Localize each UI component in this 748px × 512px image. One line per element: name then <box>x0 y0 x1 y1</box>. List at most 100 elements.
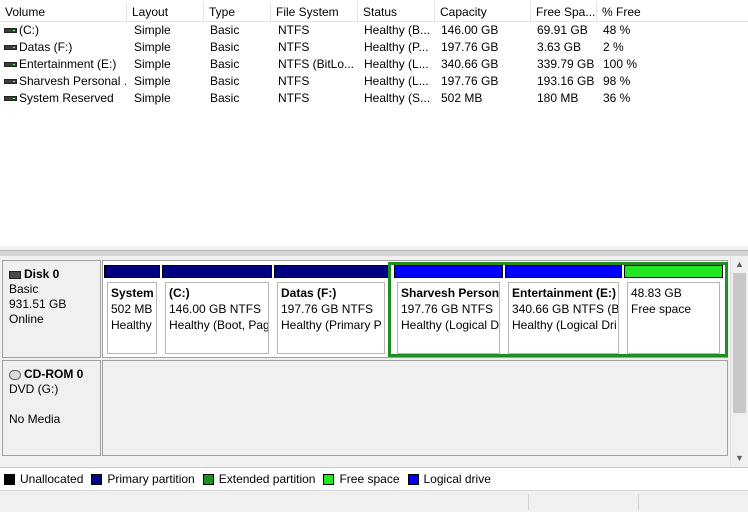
cell-volume: Sharvesh Personal ... <box>19 74 126 88</box>
status-separator <box>528 494 529 510</box>
hard-disk-icon <box>9 270 21 279</box>
table-row[interactable]: Entertainment (E:) Simple Basic NTFS (Bi… <box>0 56 748 73</box>
cell-layout: Simple <box>134 74 171 88</box>
legend-label: Unallocated <box>20 472 84 486</box>
table-row[interactable]: (C:) Simple Basic NTFS Healthy (B... 146… <box>0 22 748 39</box>
disk-graphical-view: Disk 0 Basic 931.51 GB Online System 502… <box>0 256 730 467</box>
column-header-type[interactable]: Type <box>204 2 271 22</box>
column-header-layout[interactable]: Layout <box>127 2 204 22</box>
status-bar <box>0 490 748 512</box>
drive-icon <box>4 45 17 50</box>
partition-c[interactable]: (C:) 146.00 GB NTFS Healthy (Boot, Pag <box>162 261 272 357</box>
partition-color-bar <box>505 265 622 278</box>
partition-info: Datas (F:) 197.76 GB NTFS Healthy (Prima… <box>277 282 385 354</box>
cell-percent-free: 100 % <box>603 57 638 71</box>
partition-size: 502 MB <box>111 302 153 316</box>
partition-status: Healthy <box>111 318 152 332</box>
cell-type: Basic <box>210 23 240 37</box>
cell-status: Healthy (B... <box>364 23 431 37</box>
cdrom-0-strip <box>102 360 728 456</box>
cell-volume: Datas (F:) <box>19 40 73 54</box>
legend-swatch <box>91 473 103 485</box>
legend-swatch <box>407 473 419 485</box>
cell-free-space: 69.91 GB <box>537 23 588 37</box>
volume-list-header: Volume Layout Type File System Status Ca… <box>0 2 748 22</box>
cell-file-system: NTFS <box>278 74 310 88</box>
column-header-capacity[interactable]: Capacity <box>435 2 531 22</box>
cell-free-space: 193.16 GB <box>537 74 595 88</box>
disk-0-partition-strip: System 502 MB Healthy (C:) 146.00 GB NTF… <box>102 260 728 358</box>
cell-type: Basic <box>210 57 240 71</box>
disk-0-label[interactable]: Disk 0 Basic 931.51 GB Online <box>2 260 101 358</box>
legend-swatch <box>323 473 335 485</box>
cell-volume: System Reserved <box>19 91 114 105</box>
column-header-volume[interactable]: Volume <box>0 2 127 22</box>
partition-info: (C:) 146.00 GB NTFS Healthy (Boot, Pag <box>165 282 269 354</box>
cell-capacity: 502 MB <box>441 91 483 105</box>
column-header-file-system[interactable]: File System <box>271 2 358 22</box>
drive-icon <box>4 62 17 67</box>
drive-icon <box>4 28 17 33</box>
cell-status: Healthy (L... <box>364 57 429 71</box>
cell-status: Healthy (S... <box>364 91 431 105</box>
cell-layout: Simple <box>134 57 171 71</box>
partition-size: 48.83 GB <box>631 286 682 300</box>
cdrom-0-drive: DVD (G:) <box>9 382 59 396</box>
cell-layout: Simple <box>134 23 171 37</box>
cell-file-system: NTFS <box>278 40 310 54</box>
legend-label: Free space <box>339 472 400 486</box>
partition-system-reserved[interactable]: System 502 MB Healthy <box>104 261 160 357</box>
disk-0-name-row: Disk 0 <box>9 267 100 282</box>
column-header-status[interactable]: Status <box>358 2 435 22</box>
drive-icon <box>4 96 17 101</box>
volume-list[interactable]: Volume Layout Type File System Status Ca… <box>0 0 748 246</box>
cell-percent-free: 2 % <box>603 40 624 54</box>
cell-capacity: 197.76 GB <box>441 74 499 88</box>
cell-percent-free: 36 % <box>603 91 631 105</box>
legend-label: Primary partition <box>107 472 195 486</box>
cell-file-system: NTFS <box>278 91 310 105</box>
disk-0-type: Basic <box>9 282 39 296</box>
vertical-scrollbar[interactable]: ▲ ▼ <box>730 256 748 467</box>
scrollbar-thumb[interactable] <box>733 273 746 413</box>
cell-file-system: NTFS (BitLo... <box>278 57 355 71</box>
partition-color-bar <box>624 265 723 278</box>
partition-color-bar <box>394 265 503 278</box>
partition-size: 146.00 GB NTFS <box>169 302 262 316</box>
table-row[interactable]: Sharvesh Personal ... Simple Basic NTFS … <box>0 73 748 90</box>
scroll-down-arrow-icon[interactable]: ▼ <box>731 450 748 467</box>
scroll-up-arrow-icon[interactable]: ▲ <box>731 256 748 273</box>
partition-sharvesh-personal[interactable]: Sharvesh Persona 197.76 GB NTFS Healthy … <box>394 261 503 357</box>
partition-status: Healthy (Primary P <box>281 318 382 332</box>
partition-name: Sharvesh Persona <box>401 286 500 300</box>
partition-free-space[interactable]: 48.83 GB Free space <box>624 261 723 357</box>
partition-datas-f[interactable]: Datas (F:) 197.76 GB NTFS Healthy (Prima… <box>274 261 388 357</box>
cell-capacity: 197.76 GB <box>441 40 499 54</box>
cell-status: Healthy (P... <box>364 40 429 54</box>
column-header-percent-free[interactable]: % Free <box>597 2 748 22</box>
legend-label: Extended partition <box>218 472 316 486</box>
drive-icon <box>4 79 17 84</box>
cell-type: Basic <box>210 74 240 88</box>
legend-swatch <box>202 473 214 485</box>
column-header-free-space[interactable]: Free Spa... <box>531 2 597 22</box>
partition-info: 48.83 GB Free space <box>627 282 720 354</box>
partition-color-bar <box>162 265 272 278</box>
legend-item-unallocated: Unallocated <box>4 472 83 486</box>
cell-volume: (C:) <box>19 23 39 37</box>
partition-status: Healthy (Logical Dri <box>512 318 617 332</box>
partition-status: Healthy (Logical D <box>401 318 500 332</box>
partition-name: Datas (F:) <box>281 286 337 300</box>
table-row[interactable]: System Reserved Simple Basic NTFS Health… <box>0 90 748 107</box>
cell-percent-free: 98 % <box>603 74 631 88</box>
cell-free-space: 339.79 GB <box>537 57 595 71</box>
disk-0-name: Disk 0 <box>24 267 60 281</box>
partition-status: Free space <box>631 302 692 316</box>
cdrom-0-label[interactable]: CD-ROM 0 DVD (G:) No Media <box>2 360 101 456</box>
partition-size: 340.66 GB NTFS (Bitl <box>512 302 619 316</box>
partition-name: System <box>111 286 154 300</box>
partition-entertainment-e[interactable]: Entertainment (E:) 340.66 GB NTFS (Bitl … <box>505 261 622 357</box>
cdrom-0-name-row: CD-ROM 0 <box>9 367 100 382</box>
table-row[interactable]: Datas (F:) Simple Basic NTFS Healthy (P.… <box>0 39 748 56</box>
